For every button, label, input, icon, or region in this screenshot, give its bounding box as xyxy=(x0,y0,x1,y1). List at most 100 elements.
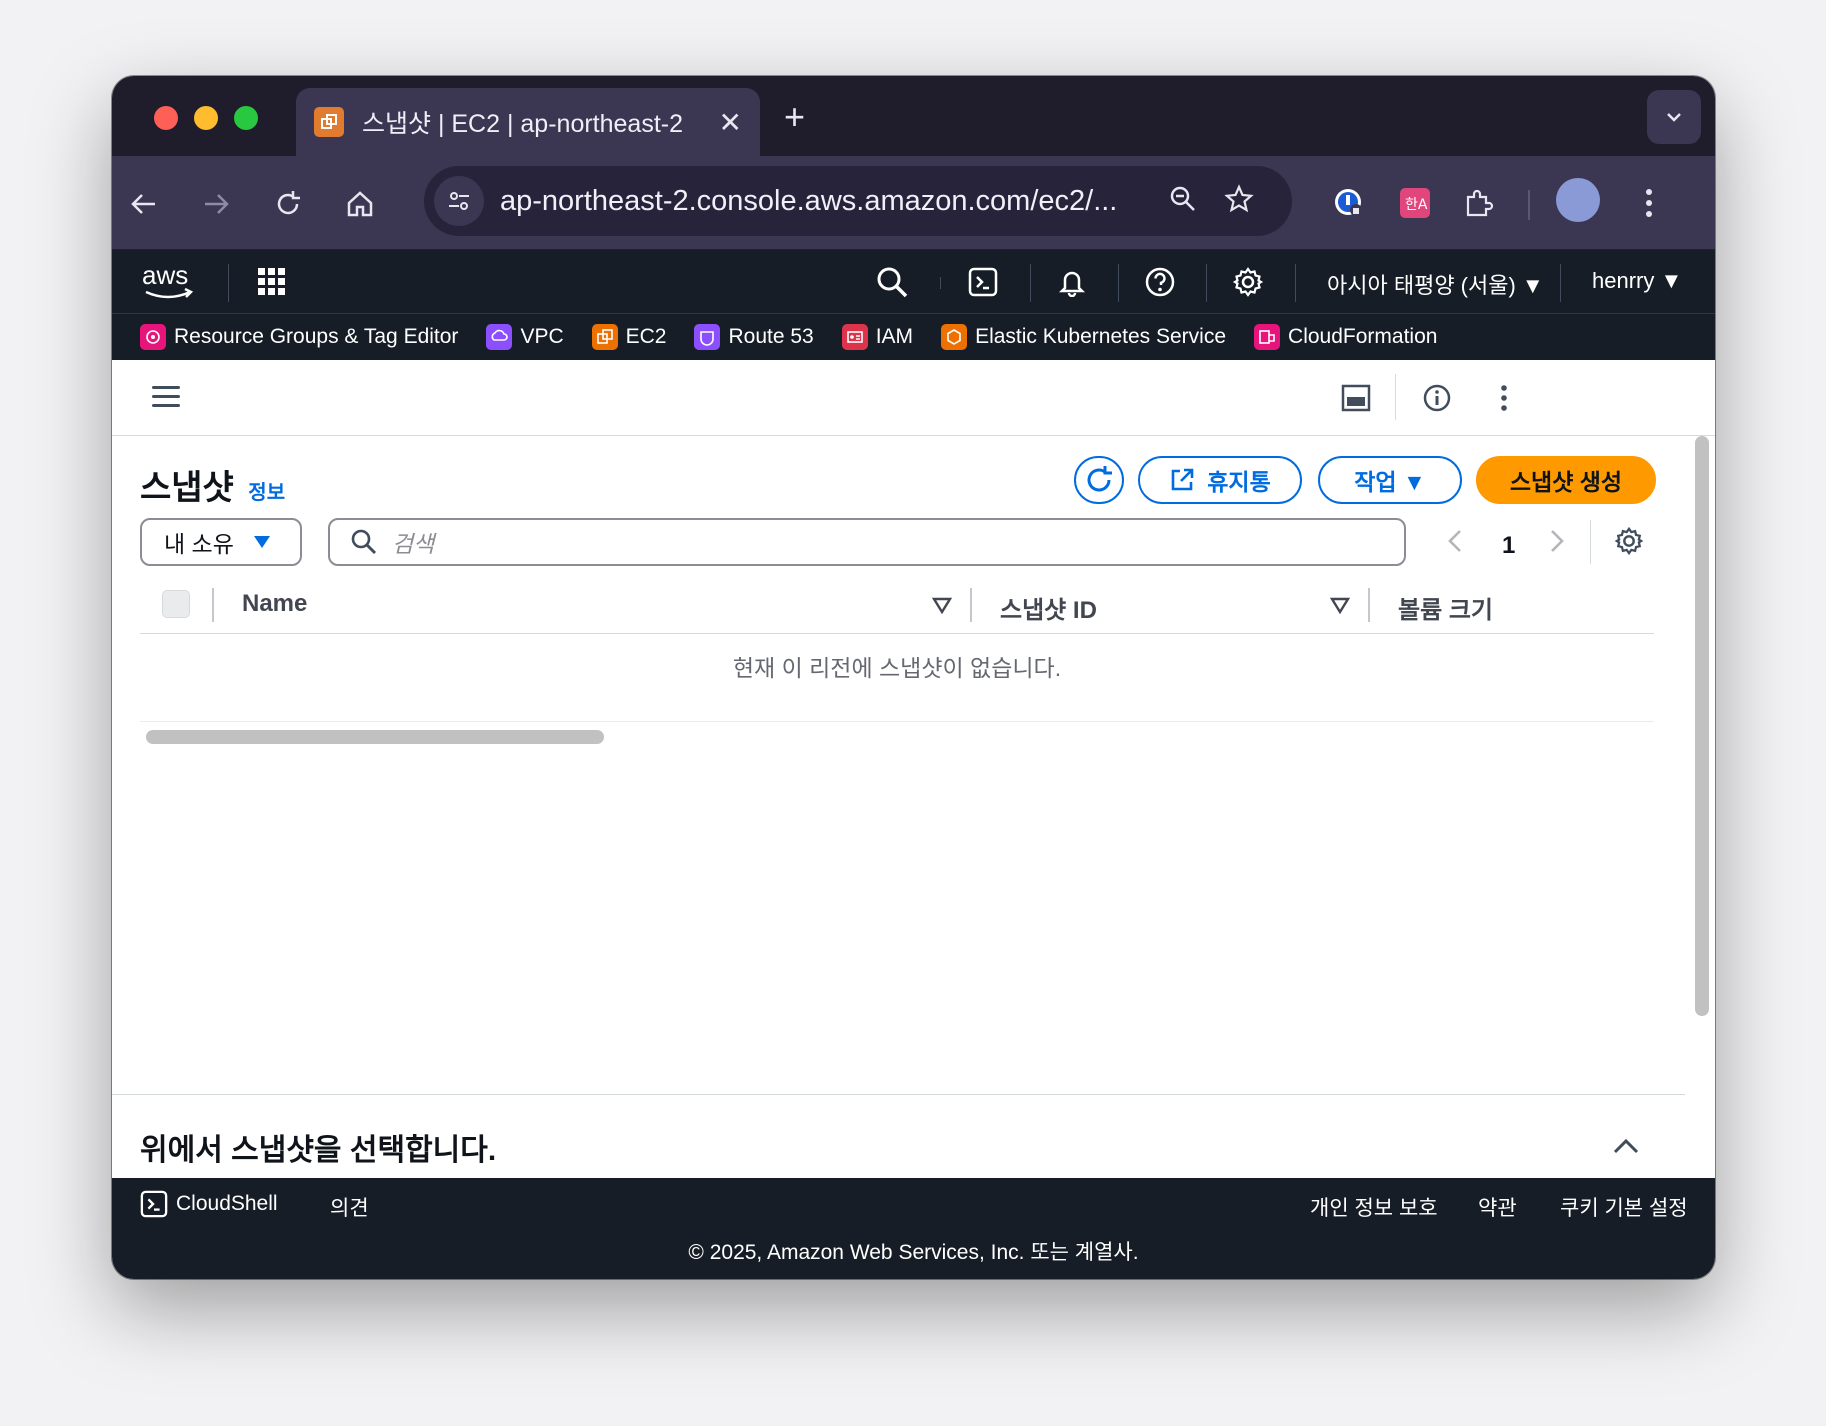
info-link[interactable]: 정보 xyxy=(248,482,285,504)
recycle-bin-label: 휴지통 xyxy=(1207,469,1271,495)
favorite-eks[interactable]: Elastic Kubernetes Service xyxy=(941,324,1226,350)
horizontal-scrollbar[interactable] xyxy=(146,730,604,744)
help-icon[interactable] xyxy=(1142,264,1178,300)
prev-page-button[interactable] xyxy=(1446,528,1464,561)
recycle-bin-button[interactable]: 휴지통 xyxy=(1138,456,1302,504)
chevron-left-icon xyxy=(1448,530,1461,552)
column-separator xyxy=(970,588,972,622)
eks-icon xyxy=(941,324,968,350)
browser-menu-icon[interactable] xyxy=(1628,182,1670,224)
page-number[interactable]: 1 xyxy=(1502,532,1515,560)
bookmark-star-icon[interactable] xyxy=(1224,183,1254,219)
info-panel-icon[interactable] xyxy=(1419,380,1455,416)
aws-logo[interactable]: aws xyxy=(142,260,198,302)
favorite-label: CloudFormation xyxy=(1288,325,1438,348)
search-input[interactable]: 검색 xyxy=(328,518,1406,566)
more-options-icon[interactable] xyxy=(1486,380,1522,416)
forward-button[interactable] xyxy=(198,186,234,222)
ec2-favicon-icon xyxy=(314,107,344,137)
cookie-preferences-link[interactable]: 쿠키 기본 설정 xyxy=(1560,1192,1688,1222)
notifications-bell-icon[interactable] xyxy=(1054,264,1090,300)
sort-icon[interactable] xyxy=(1330,596,1350,614)
privacy-link[interactable]: 개인 정보 보호 xyxy=(1310,1192,1438,1222)
site-info-icon[interactable] xyxy=(434,176,484,226)
pager-divider xyxy=(1590,520,1591,564)
iam-icon xyxy=(841,324,868,350)
favorite-cloudformation[interactable]: CloudFormation xyxy=(1254,324,1437,350)
browser-tab[interactable]: 스냅샷 | EC2 | ap-northeast-2 ✕ xyxy=(296,88,760,156)
favorite-resource-groups[interactable]: Resource Groups & Tag Editor xyxy=(140,324,458,350)
chevron-up-icon[interactable] xyxy=(1612,1137,1640,1155)
sort-icon[interactable] xyxy=(932,596,952,614)
page-header: 스냅샷 정보 xyxy=(140,460,285,509)
cloudshell-icon xyxy=(140,1190,168,1218)
aws-top-nav: aws 아시아 태평양 (서울) ▼ henrry ▼ xyxy=(112,250,1715,314)
console-subheader xyxy=(112,360,1715,436)
home-button[interactable] xyxy=(342,186,378,222)
create-snapshot-label: 스냅샷 생성 xyxy=(1509,469,1623,495)
select-all-checkbox[interactable] xyxy=(162,590,190,618)
create-snapshot-button[interactable]: 스냅샷 생성 xyxy=(1476,456,1656,504)
route53-icon xyxy=(694,324,721,350)
back-button[interactable] xyxy=(126,186,162,222)
subbar-divider xyxy=(1395,374,1396,420)
search-placeholder: 검색 xyxy=(392,531,435,557)
zoom-icon[interactable] xyxy=(1168,184,1198,219)
new-tab-button[interactable]: + xyxy=(784,96,805,138)
chevron-right-icon xyxy=(1551,530,1564,552)
favorite-label: Route 53 xyxy=(728,325,814,348)
vpc-icon xyxy=(486,324,513,350)
actions-dropdown-button[interactable]: 작업 ▼ xyxy=(1318,456,1462,504)
feedback-link[interactable]: 의견 xyxy=(330,1192,369,1222)
vertical-scrollbar[interactable] xyxy=(1695,436,1709,1016)
close-window-button[interactable] xyxy=(154,106,178,130)
translate-extension-icon[interactable]: 한A xyxy=(1394,182,1436,224)
tab-close-icon[interactable]: ✕ xyxy=(719,106,742,139)
favorite-label: VPC xyxy=(520,325,564,348)
column-header-name[interactable]: Name xyxy=(242,590,307,618)
terms-link[interactable]: 약관 xyxy=(1478,1192,1517,1222)
settings-gear-icon[interactable] xyxy=(1230,264,1266,300)
cloudshell-link[interactable]: CloudShell xyxy=(140,1190,278,1218)
favorite-label: Resource Groups & Tag Editor xyxy=(174,325,459,348)
external-link-icon xyxy=(1171,468,1194,491)
favorite-iam[interactable]: IAM xyxy=(841,324,913,350)
minimize-window-button[interactable] xyxy=(194,106,218,130)
cloudshell-icon[interactable] xyxy=(965,264,1001,300)
services-grid-icon[interactable] xyxy=(254,264,290,300)
tab-search-button[interactable] xyxy=(1647,90,1701,144)
search-icon[interactable] xyxy=(874,264,910,300)
ownership-filter-select[interactable]: 내 소유 xyxy=(140,518,302,566)
header-divider xyxy=(1118,264,1119,302)
favorite-label: EC2 xyxy=(625,325,667,348)
favorite-vpc[interactable]: VPC xyxy=(486,324,564,350)
svg-text:aws: aws xyxy=(142,262,188,290)
reload-button[interactable] xyxy=(270,186,306,222)
table-preferences-button[interactable] xyxy=(1614,526,1644,563)
extensions-puzzle-icon[interactable] xyxy=(1458,182,1500,224)
account-menu[interactable]: henrry ▼ xyxy=(1592,268,1682,294)
console-footer: CloudShell 의견 개인 정보 보호 약관 쿠키 기본 설정 © 202… xyxy=(112,1178,1715,1279)
empty-state-message: 현재 이 리전에 스냅샷이 없습니다. xyxy=(140,634,1654,722)
profile-avatar[interactable] xyxy=(1556,178,1600,222)
table-header: Name 스냅샷 ID 볼륨 크기 xyxy=(140,576,1654,634)
svg-text:한A: 한A xyxy=(1405,197,1428,213)
column-header-snapshot-id[interactable]: 스냅샷 ID xyxy=(1000,590,1097,625)
next-page-button[interactable] xyxy=(1548,528,1566,561)
menu-hamburger-icon[interactable] xyxy=(152,386,180,408)
chevron-down-icon xyxy=(1667,113,1681,122)
column-header-volume-size[interactable]: 볼륨 크기 xyxy=(1398,590,1493,625)
tab-bar: 스냅샷 | EC2 | ap-northeast-2 ✕ + xyxy=(112,76,1715,156)
maximize-window-button[interactable] xyxy=(234,106,258,130)
refresh-button[interactable] xyxy=(1074,456,1124,504)
cloudshell-label: CloudShell xyxy=(176,1192,278,1215)
header-divider xyxy=(1560,264,1561,302)
refresh-icon xyxy=(1087,466,1112,492)
address-bar[interactable]: ap-northeast-2.console.aws.amazon.com/ec… xyxy=(424,166,1292,236)
favorite-ec2[interactable]: EC2 xyxy=(591,324,667,350)
region-selector[interactable]: 아시아 태평양 (서울) ▼ xyxy=(1327,268,1544,300)
column-separator xyxy=(212,588,214,622)
split-panel-icon[interactable] xyxy=(1338,380,1374,416)
favorite-route53[interactable]: Route 53 xyxy=(694,324,814,350)
password-manager-icon[interactable] xyxy=(1328,182,1370,224)
